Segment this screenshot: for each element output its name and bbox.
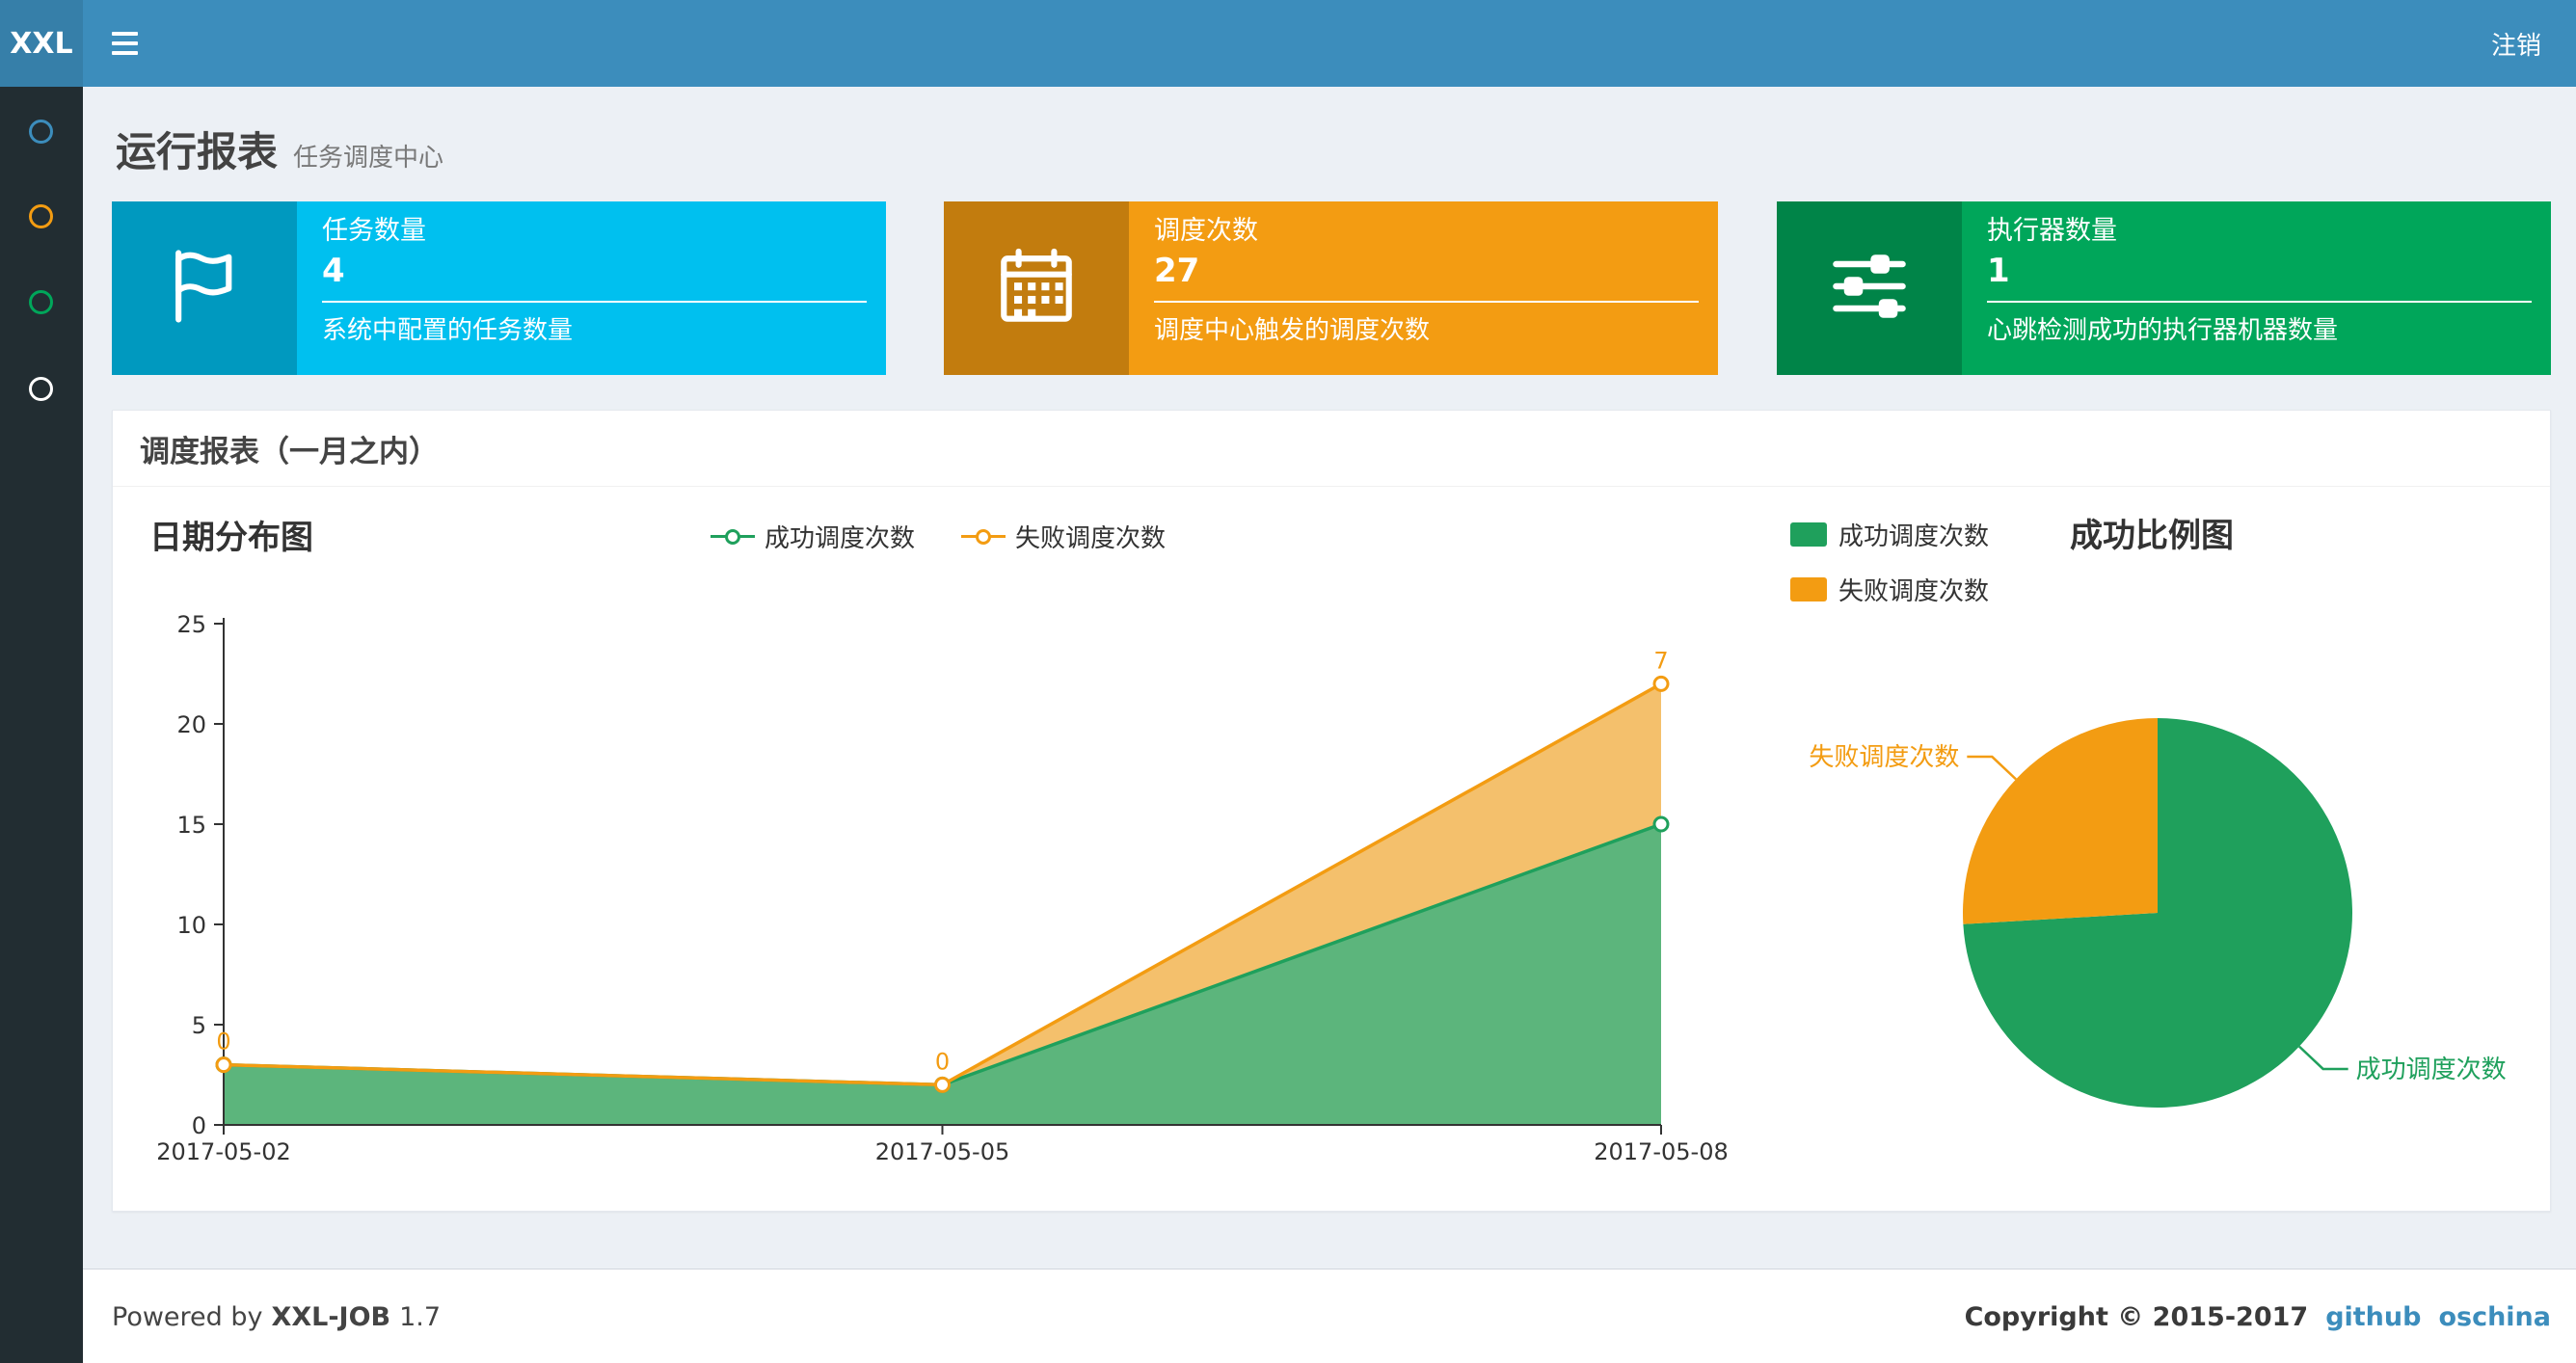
panel-title: 调度报表（一月之内） xyxy=(113,411,2550,487)
calendar-icon xyxy=(992,242,1081,334)
report-panel: 调度报表（一月之内） 日期分布图 成功调度次数 失败调度次数 0 5 10 15 20 2… xyxy=(112,410,2551,1212)
product-name: XXL-JOB xyxy=(271,1301,391,1332)
info-box-task-count: 任务数量 4 系统中配置的任务数量 xyxy=(112,201,886,375)
info-box-value: 1 xyxy=(1987,252,2010,290)
svg-text:25: 25 xyxy=(176,611,206,638)
svg-text:0: 0 xyxy=(192,1112,206,1139)
svg-text:2017-05-02: 2017-05-02 xyxy=(156,1138,290,1165)
sidebar-item-2[interactable] xyxy=(29,204,54,229)
flag-icon xyxy=(160,242,249,334)
info-box-description: 系统中配置的任务数量 xyxy=(322,316,574,345)
sidebar-toggle-button[interactable] xyxy=(83,0,166,87)
info-box-value: 4 xyxy=(322,252,345,290)
svg-text:15: 15 xyxy=(176,812,206,839)
svg-text:10: 10 xyxy=(176,912,206,939)
sidebar-item-1[interactable] xyxy=(29,120,54,145)
sidebar xyxy=(0,87,83,1363)
svg-text:0: 0 xyxy=(216,1029,230,1056)
line-marker-icon xyxy=(961,528,1006,546)
svg-text:2017-05-05: 2017-05-05 xyxy=(875,1138,1009,1165)
svg-text:7: 7 xyxy=(1653,647,1668,674)
copyright-text: Copyright © 2015-2017 xyxy=(1964,1301,2309,1332)
page-header: 运行报表 任务调度中心 xyxy=(116,120,443,178)
powered-by-text: Powered by xyxy=(112,1301,263,1332)
svg-text:5: 5 xyxy=(192,1012,206,1039)
hamburger-icon xyxy=(111,32,138,36)
svg-text:20: 20 xyxy=(176,711,206,738)
area-chart-legend: 成功调度次数 失败调度次数 xyxy=(711,519,1166,554)
xxl-job-dashboard: XXL 注销 运行报表 任务调度中心 任务数量 4 系统中配置的任务数量 调度次… xyxy=(0,0,2576,1363)
area-chart-title: 日期分布图 xyxy=(149,519,313,557)
top-navbar: XXL 注销 xyxy=(0,0,2576,87)
circle-icon xyxy=(29,120,53,144)
separator xyxy=(1154,301,1699,303)
info-box-value: 27 xyxy=(1154,252,1200,290)
app-logo[interactable]: XXL xyxy=(0,0,83,87)
svg-text:2017-05-08: 2017-05-08 xyxy=(1594,1138,1728,1165)
circle-icon xyxy=(29,204,53,228)
legend-item-success[interactable]: 成功调度次数 xyxy=(711,519,915,554)
page-title: 运行报表 xyxy=(116,128,279,175)
product-version: 1.7 xyxy=(399,1301,442,1332)
svg-text:成功调度次数: 成功调度次数 xyxy=(2356,1056,2507,1084)
sidebar-item-4[interactable] xyxy=(29,377,54,402)
sliders-icon xyxy=(1825,242,1914,334)
footer: Powered by XXL-JOB 1.7 Copyright © 2015-… xyxy=(83,1269,2576,1363)
info-box-description: 心跳检测成功的执行器机器数量 xyxy=(1987,316,2339,345)
separator xyxy=(322,301,867,303)
github-link[interactable]: github xyxy=(2325,1302,2421,1332)
line-marker-icon xyxy=(711,528,755,546)
success-ratio-pie-chart: 成功调度次数 失败调度次数 xyxy=(1809,718,2507,1108)
logout-link[interactable]: 注销 xyxy=(2456,0,2576,87)
date-distribution-chart: 05101520252017-05-02 2017-05-05 2017-05-08… xyxy=(156,611,1728,1165)
info-box-trigger-count: 调度次数 27 调度中心触发的调度次数 xyxy=(944,201,1718,375)
info-box-title: 执行器数量 xyxy=(1987,216,2117,246)
svg-text:0: 0 xyxy=(935,1048,950,1075)
circle-icon xyxy=(29,377,53,401)
info-box-executor-count: 执行器数量 1 心跳检测成功的执行器机器数量 xyxy=(1777,201,2551,375)
info-box-title: 调度次数 xyxy=(1154,216,1258,246)
legend-item-fail[interactable]: 失败调度次数 xyxy=(961,519,1166,554)
oschina-link[interactable]: oschina xyxy=(2438,1302,2551,1332)
sidebar-item-3[interactable] xyxy=(29,290,54,315)
info-box-title: 任务数量 xyxy=(322,216,426,246)
page-subtitle: 任务调度中心 xyxy=(293,144,444,173)
svg-text:失败调度次数: 失败调度次数 xyxy=(1809,743,1959,772)
info-box-description: 调度中心触发的调度次数 xyxy=(1154,316,1431,345)
separator xyxy=(1987,301,2532,303)
circle-icon xyxy=(29,290,53,314)
